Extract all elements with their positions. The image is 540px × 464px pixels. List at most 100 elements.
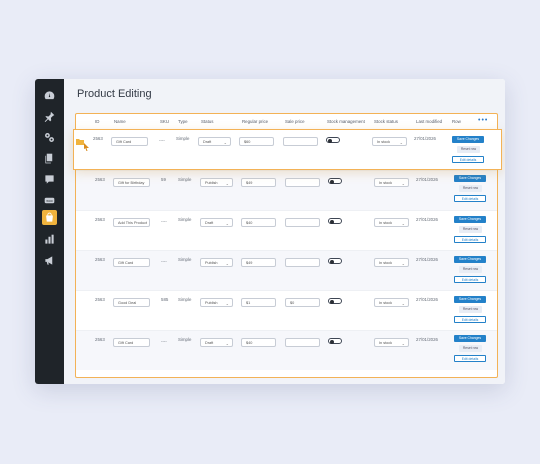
reset-row-button[interactable]: Reset row bbox=[457, 146, 480, 153]
sale-price-input[interactable] bbox=[285, 258, 320, 267]
reset-row-button[interactable]: Reset row bbox=[459, 306, 482, 313]
stock-status-select[interactable]: In stock ⌄ bbox=[374, 338, 409, 347]
header-stock-status[interactable]: Stock status bbox=[374, 119, 398, 124]
status-select[interactable]: Draft ⌄ bbox=[200, 218, 233, 227]
sale-price-input[interactable] bbox=[285, 338, 320, 347]
table-row[interactable]: 2563 Gift Card ---- Simple Draft ⌄ $40 In… bbox=[76, 330, 497, 370]
cell-id: 2563 bbox=[95, 217, 105, 222]
header-sku[interactable]: SKU bbox=[160, 119, 169, 124]
edit-details-button[interactable]: Edit details bbox=[454, 195, 486, 202]
more-options-icon[interactable]: ••• bbox=[478, 117, 488, 124]
stock-management-toggle[interactable] bbox=[328, 298, 342, 304]
status-select[interactable]: Publish ⌄ bbox=[200, 178, 233, 187]
reset-row-button[interactable]: Reset row bbox=[459, 226, 482, 233]
cell-id: 2563 bbox=[95, 177, 105, 182]
chevron-down-icon: ⌄ bbox=[225, 221, 229, 226]
stock-status-select[interactable]: In stock ⌄ bbox=[374, 258, 409, 267]
header-status[interactable]: Status bbox=[201, 119, 213, 124]
stock-status-value: In stock bbox=[379, 301, 393, 305]
regular-price-input[interactable]: $40 bbox=[241, 338, 276, 347]
stock-management-toggle[interactable] bbox=[328, 218, 342, 224]
table-row[interactable]: 2563 Good Deal 585 Simple Publish ⌄ $1 $0… bbox=[76, 290, 497, 330]
header-id[interactable]: ID bbox=[95, 119, 99, 124]
save-changes-button[interactable]: Save Changes bbox=[454, 256, 486, 263]
edit-details-button[interactable]: Edit details bbox=[454, 355, 486, 362]
regular-price-input[interactable]: $49 bbox=[241, 258, 276, 267]
analytics-bars-icon[interactable] bbox=[42, 232, 57, 247]
pin-icon[interactable] bbox=[42, 109, 57, 124]
main-content: Product Editing ID Name SKU Type Status … bbox=[64, 79, 505, 384]
cell-type: Simple bbox=[178, 177, 192, 182]
save-changes-button[interactable]: Save Changes bbox=[454, 175, 486, 182]
name-input[interactable]: Gift Card bbox=[113, 338, 150, 347]
name-input[interactable]: Gift Card bbox=[113, 258, 150, 267]
status-value: Draft bbox=[205, 221, 214, 225]
reset-row-button[interactable]: Reset row bbox=[459, 345, 482, 352]
status-select[interactable]: Publish ⌄ bbox=[200, 258, 233, 267]
chevron-down-icon: ⌄ bbox=[401, 221, 405, 226]
save-changes-button[interactable]: Save Changes bbox=[454, 216, 486, 223]
chevron-down-icon: ⌄ bbox=[399, 140, 403, 145]
status-value: Publish bbox=[205, 261, 218, 265]
reset-row-button[interactable]: Reset row bbox=[459, 266, 482, 273]
status-select[interactable]: Publish ⌄ bbox=[200, 298, 233, 307]
marketing-megaphone-icon[interactable] bbox=[42, 253, 57, 268]
save-changes-button[interactable]: Save Changes bbox=[454, 335, 486, 342]
status-select[interactable]: Draft ⌄ bbox=[198, 137, 231, 146]
sale-price-input[interactable] bbox=[283, 137, 318, 146]
dashboard-icon[interactable] bbox=[42, 88, 57, 103]
header-type[interactable]: Type bbox=[178, 119, 188, 124]
products-bag-icon[interactable] bbox=[42, 210, 57, 225]
cursor-icon bbox=[84, 143, 89, 151]
status-select[interactable]: Draft ⌄ bbox=[200, 338, 233, 347]
stock-status-select[interactable]: In stock ⌄ bbox=[374, 178, 409, 187]
table-row[interactable]: 2563 Gift for Birthday 59 Simple Publish… bbox=[76, 170, 497, 210]
stock-management-toggle[interactable] bbox=[326, 137, 340, 143]
name-input[interactable]: Good Deal bbox=[113, 298, 150, 307]
regular-price-input[interactable]: $1 bbox=[241, 298, 276, 307]
stock-status-select[interactable]: In stock ⌄ bbox=[374, 218, 409, 227]
name-input[interactable]: Add This Product bbox=[113, 218, 150, 227]
table-row[interactable]: 2563 Gift Card ---- Simple Publish ⌄ $49 … bbox=[76, 250, 497, 290]
save-changes-button[interactable]: Save Changes bbox=[452, 136, 484, 143]
sale-price-input[interactable]: $0 bbox=[285, 298, 320, 307]
edit-details-button[interactable]: Edit details bbox=[454, 276, 486, 283]
sale-price-input[interactable] bbox=[285, 218, 320, 227]
stock-management-toggle[interactable] bbox=[328, 338, 342, 344]
header-sale-price[interactable]: Sale price bbox=[285, 119, 305, 124]
edit-details-button[interactable]: Edit details bbox=[454, 316, 486, 323]
table-row[interactable]: 2563 Add This Product ---- Simple Draft ⌄… bbox=[76, 210, 497, 250]
chevron-down-icon: ⌄ bbox=[225, 181, 229, 186]
stock-management-toggle[interactable] bbox=[328, 258, 342, 264]
name-input[interactable]: Gift for Birthday bbox=[113, 178, 150, 187]
cell-sku: ---- bbox=[161, 219, 167, 224]
name-input[interactable]: Gift Card bbox=[111, 137, 148, 146]
stock-management-toggle[interactable] bbox=[328, 178, 342, 184]
regular-price-input[interactable]: $60 bbox=[239, 137, 274, 146]
save-changes-button[interactable]: Save Changes bbox=[454, 296, 486, 303]
settings-cog-icon[interactable] bbox=[42, 130, 57, 145]
table-header: ID Name SKU Type Status Regular price Sa… bbox=[76, 114, 497, 129]
folder-icon bbox=[76, 139, 84, 145]
table-row[interactable]: 2563 Gift Card ---- Simple Draft ⌄ $60 In… bbox=[73, 129, 502, 170]
copy-pages-icon[interactable] bbox=[42, 151, 57, 166]
regular-price-input[interactable]: $40 bbox=[241, 218, 276, 227]
cell-id: 2563 bbox=[93, 136, 103, 141]
stock-status-value: In stock bbox=[379, 261, 393, 265]
sale-price-input[interactable] bbox=[285, 178, 320, 187]
cell-type: Simple bbox=[178, 217, 192, 222]
stock-status-select[interactable]: In stock ⌄ bbox=[372, 137, 407, 146]
stock-status-select[interactable]: In stock ⌄ bbox=[374, 298, 409, 307]
header-last-modified[interactable]: Last modified bbox=[416, 119, 442, 124]
comment-icon[interactable] bbox=[42, 172, 57, 187]
cell-sku: ---- bbox=[161, 259, 167, 264]
stock-status-value: In stock bbox=[379, 341, 393, 345]
woo-icon[interactable]: woo bbox=[42, 193, 57, 208]
reset-row-button[interactable]: Reset row bbox=[459, 185, 482, 192]
header-stock-management[interactable]: Stock management bbox=[327, 119, 365, 124]
header-name[interactable]: Name bbox=[114, 119, 126, 124]
header-regular-price[interactable]: Regular price bbox=[242, 119, 268, 124]
regular-price-input[interactable]: $49 bbox=[241, 178, 276, 187]
edit-details-button[interactable]: Edit details bbox=[454, 236, 486, 243]
edit-details-button[interactable]: Edit details bbox=[452, 156, 484, 163]
